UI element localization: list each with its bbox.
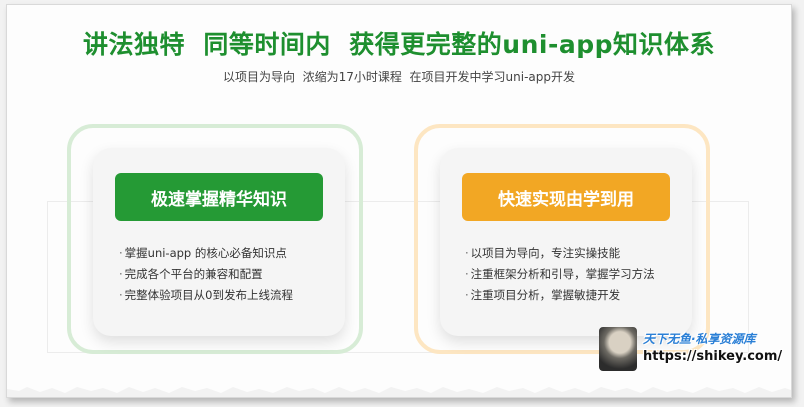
bullet-dot: · <box>119 288 123 302</box>
bullet-dot: · <box>465 288 469 302</box>
banner-canvas: 讲法独特 同等时间内 获得更完整的uni-app知识体系 以项目为导向 浓缩为1… <box>6 4 792 398</box>
watermark-title: 天下无鱼·私享资源库 <box>643 332 756 346</box>
watermark-url: https://shikey.com/ <box>643 349 783 364</box>
bullet-dot: · <box>119 246 123 260</box>
list-item: · 以项目为导向，专注实操技能 <box>465 246 621 260</box>
card-left-bullets: · 掌握uni-app 的核心必备知识点 · 完成各个平台的兼容和配置 · 完整体验项… <box>119 243 293 306</box>
subheadline: 以项目为导向 浓缩为17小时课程 在项目开发中学习uni-app开发 <box>223 70 575 84</box>
list-item: · 注重框架分析和引导，掌握学习方法 <box>465 267 655 281</box>
list-item: · 掌握uni-app 的核心必备知识点 <box>119 246 287 260</box>
bullet-dot: · <box>465 267 469 281</box>
bullet-dot: · <box>465 246 469 260</box>
card-right-title: 快速实现由学到用 <box>462 173 670 221</box>
bullet-dot: · <box>119 267 123 281</box>
list-item: · 完成各个平台的兼容和配置 <box>119 267 263 281</box>
avatar <box>599 327 637 371</box>
watermark: 天下无鱼·私享资源库 https://shikey.com/ <box>599 327 782 371</box>
torn-edge <box>7 387 791 397</box>
card-left-title: 极速掌握精华知识 <box>115 173 323 221</box>
card-right-bullets: · 以项目为导向，专注实操技能 · 注重框架分析和引导，掌握学习方法 · 注重项目分析… <box>465 243 655 306</box>
list-item: · 注重项目分析，掌握敏捷开发 <box>465 288 621 302</box>
headline: 讲法独特 同等时间内 获得更完整的uni-app知识体系 <box>82 30 716 59</box>
list-item: · 完整体验项目从0到发布上线流程 <box>119 288 293 302</box>
